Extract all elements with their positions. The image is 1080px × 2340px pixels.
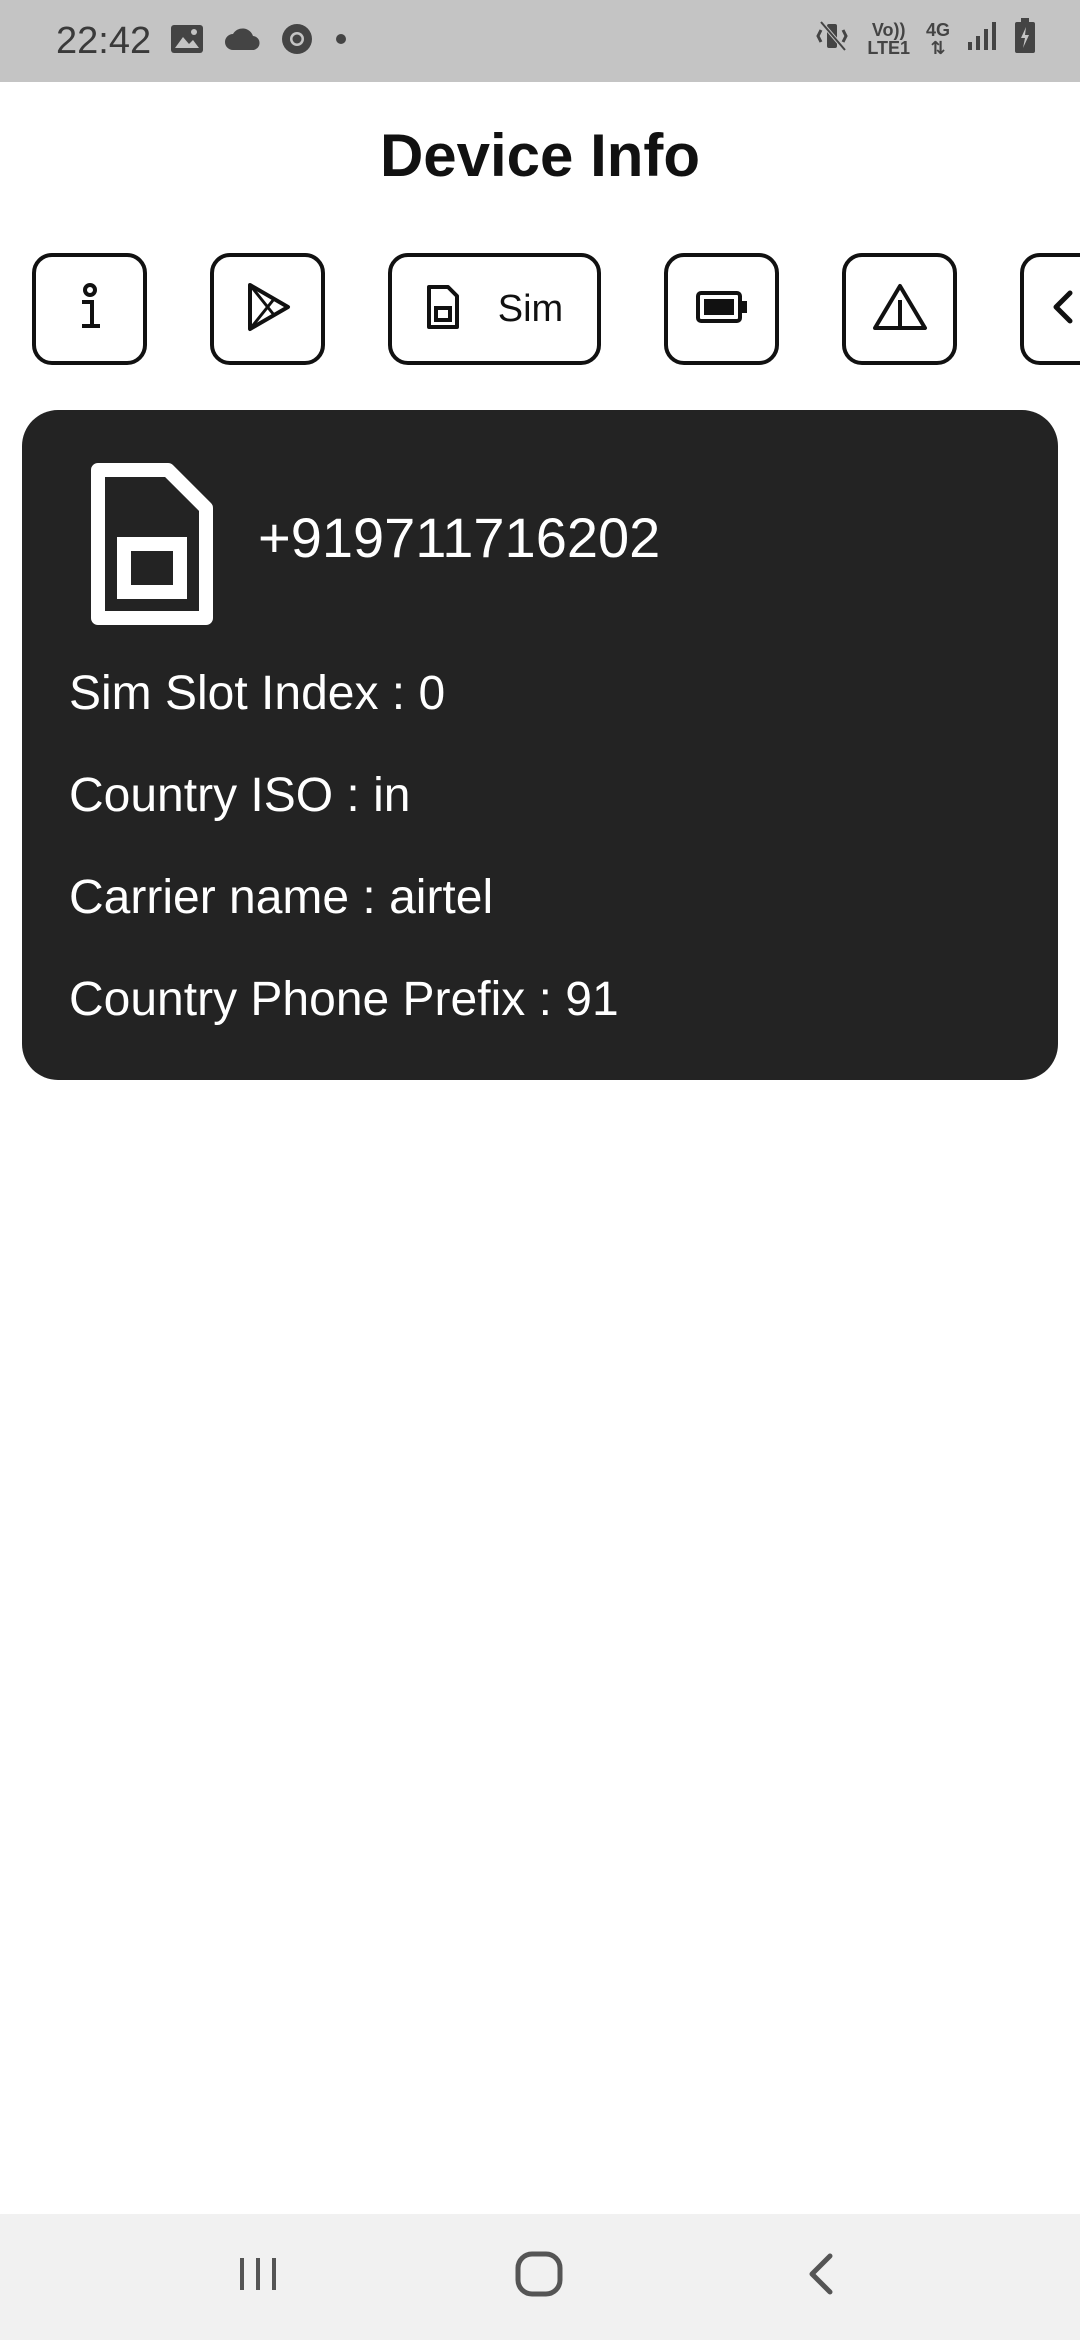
cloud-icon — [224, 26, 260, 57]
tab-sim-label: Sim — [497, 287, 564, 330]
sim-card-icon — [88, 460, 218, 635]
tab-battery[interactable] — [664, 253, 779, 365]
network-type-label: 4G — [925, 19, 950, 40]
volte-top-label: Vo)) — [871, 19, 906, 40]
status-bar: 22:42 Vo)) LTE1 4G ⇅ — [0, 0, 1080, 82]
carrier-name: Carrier name : airtel — [69, 871, 494, 924]
tab-bar: Sim — [0, 250, 1080, 368]
signal-icon — [966, 20, 998, 57]
page-title: Device Info — [379, 122, 701, 189]
dot-icon — [334, 32, 348, 51]
recent-apps-icon[interactable] — [230, 2244, 286, 2309]
country-iso: Country ISO : in — [69, 769, 411, 822]
4g-icon: 4G ⇅ — [926, 21, 950, 57]
home-icon[interactable] — [508, 2244, 572, 2309]
image-icon — [170, 24, 204, 59]
tab-play-store[interactable] — [210, 253, 325, 365]
data-arrows-icon: ⇅ — [930, 37, 946, 58]
status-time: 22:42 — [56, 20, 152, 62]
battery-icon — [695, 290, 749, 329]
sim-slot-index: Sim Slot Index : 0 — [69, 667, 446, 720]
info-icon — [70, 282, 110, 337]
sim-card-icon — [426, 284, 460, 335]
volte-icon: Vo)) LTE1 — [867, 21, 910, 57]
battery-icon — [1014, 18, 1036, 59]
system-nav-bar — [0, 2214, 1080, 2340]
play-store-icon — [244, 281, 292, 338]
back-icon[interactable] — [796, 2244, 846, 2309]
volte-bottom-label: LTE1 — [867, 37, 910, 58]
status-system-icons: Vo)) LTE1 4G ⇅ — [815, 18, 1036, 59]
vibrate-mute-icon — [815, 18, 851, 59]
tab-sim[interactable]: Sim — [388, 253, 601, 365]
tab-warning[interactable] — [842, 253, 957, 365]
chevron-left-icon — [1048, 287, 1076, 332]
country-phone-prefix: Country Phone Prefix : 91 — [69, 973, 619, 1026]
sim-info-card: +919711716202 Sim Slot Index : 0 Country… — [22, 410, 1058, 1080]
tab-overflow[interactable] — [1020, 253, 1080, 365]
phone-number: +919711716202 — [258, 506, 661, 569]
chrome-icon — [280, 22, 314, 61]
tab-info[interactable] — [32, 253, 147, 365]
warning-icon — [872, 282, 928, 337]
status-notification-icons — [170, 22, 348, 61]
